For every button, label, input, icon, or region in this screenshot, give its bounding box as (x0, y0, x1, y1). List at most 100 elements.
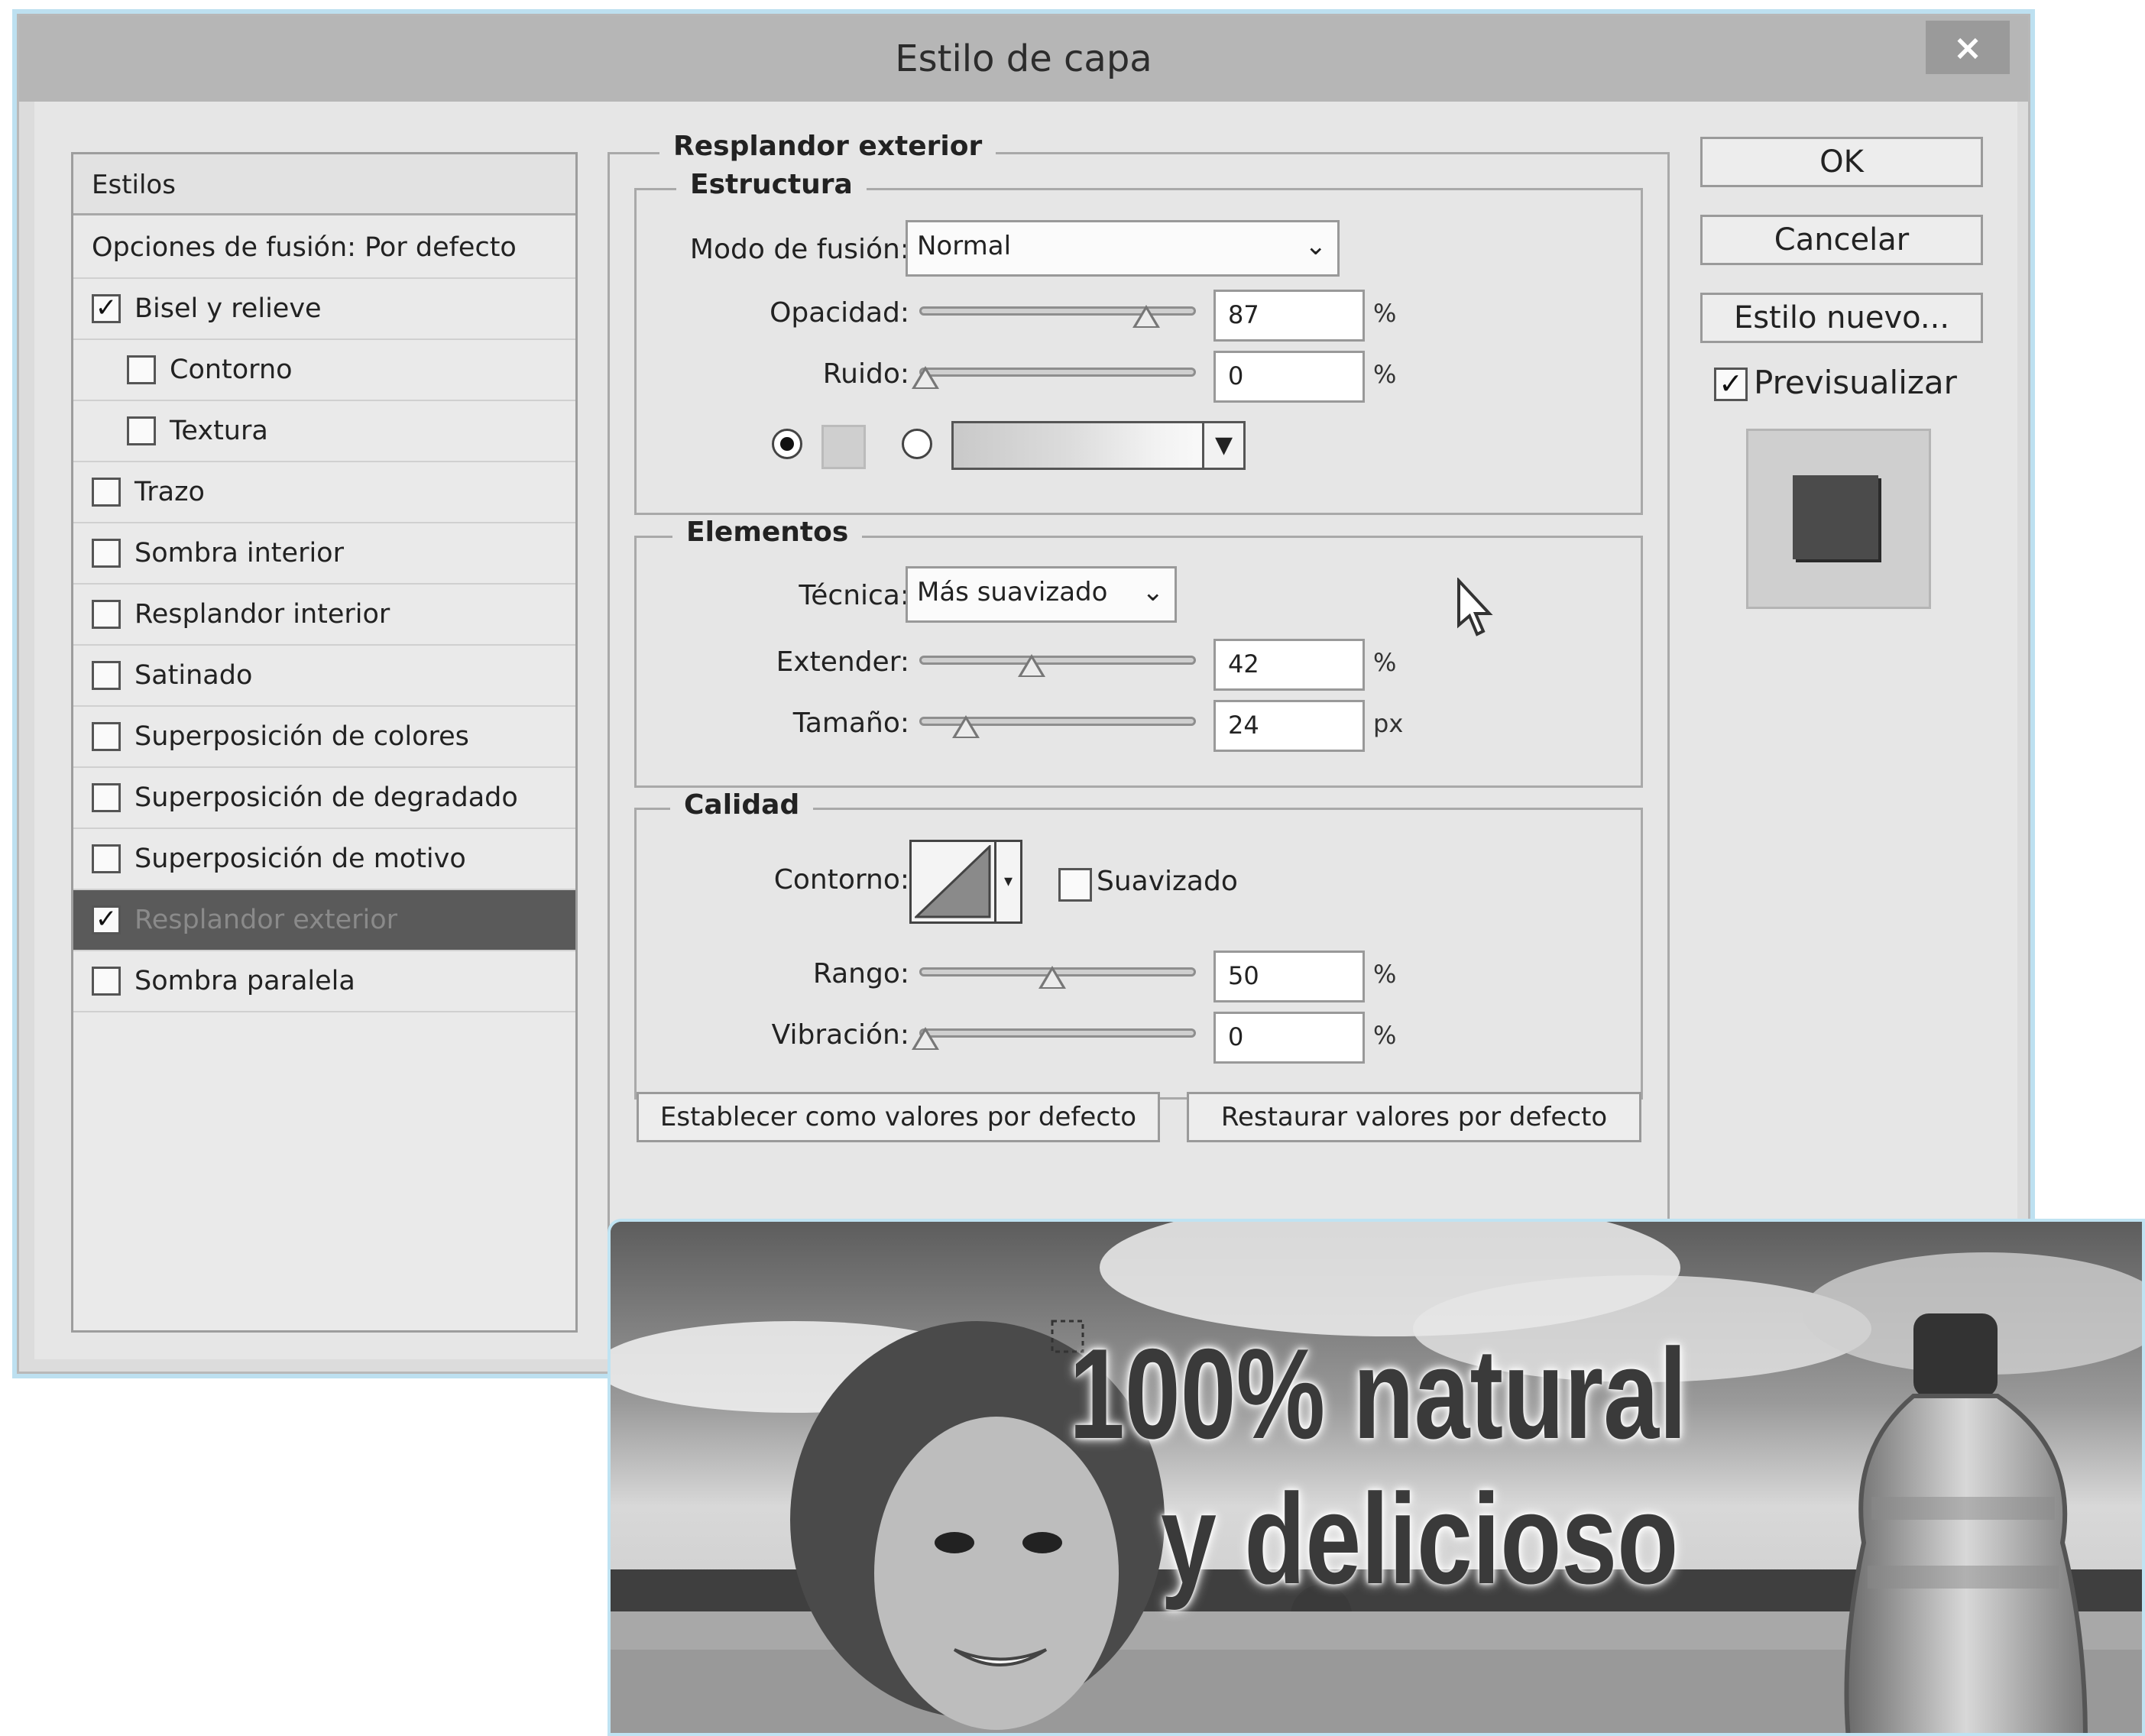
opacity-label: Opacidad: (770, 297, 909, 329)
range-label: Rango: (812, 958, 909, 989)
style-item-checkbox[interactable] (92, 783, 121, 812)
jitter-slider-track[interactable] (919, 1028, 1196, 1038)
range-unit: % (1373, 960, 1397, 989)
spread-input[interactable]: 42 (1213, 639, 1365, 691)
reset-default-button[interactable]: Restaurar valores por defecto (1187, 1092, 1641, 1142)
style-item-checkbox[interactable] (92, 478, 121, 507)
noise-input[interactable]: 0 (1213, 351, 1365, 403)
style-item-label: Resplandor interior (134, 599, 390, 630)
style-item-checkbox[interactable] (92, 600, 121, 629)
size-unit: px (1373, 709, 1404, 738)
style-item-label: Resplandor exterior (134, 905, 398, 935)
style-item[interactable]: Satinado (73, 646, 575, 707)
style-item-checkbox[interactable] (92, 661, 121, 690)
opacity-unit: % (1373, 299, 1397, 328)
structure-title: Estructura (676, 169, 867, 200)
blend-mode-select[interactable]: Normal ⌄ (906, 220, 1340, 277)
style-item-label: Contorno (170, 355, 293, 385)
contour-label: Contorno: (773, 864, 909, 896)
size-input[interactable]: 24 (1213, 700, 1365, 752)
quality-title: Calidad (670, 789, 814, 821)
jitter-unit: % (1373, 1021, 1397, 1050)
dialog-title: Estilo de capa (895, 37, 1152, 80)
style-item-checkbox[interactable]: ✓ (92, 905, 121, 934)
style-item-checkbox[interactable] (127, 355, 156, 384)
new-style-button[interactable]: Estilo nuevo... (1700, 293, 1983, 343)
style-item-label: Satinado (134, 660, 253, 691)
jitter-label: Vibración: (771, 1019, 909, 1051)
spread-unit: % (1373, 648, 1397, 677)
noise-slider-track[interactable] (919, 368, 1196, 377)
style-item-label: Sombra interior (134, 538, 344, 568)
cancel-button[interactable]: Cancelar (1700, 215, 1983, 265)
antialias-checkbox[interactable] (1058, 868, 1092, 902)
technique-select[interactable]: Más suavizado ⌄ (906, 566, 1177, 623)
style-item[interactable]: Contorno (73, 340, 575, 401)
contour-dropdown-arrow[interactable]: ▾ (994, 842, 1020, 921)
styles-header: Estilos (73, 154, 575, 215)
style-item-checkbox[interactable] (92, 539, 121, 568)
style-item-checkbox[interactable]: ✓ (92, 294, 121, 323)
size-slider-thumb[interactable] (952, 715, 980, 738)
contour-picker[interactable]: ▾ (909, 840, 1022, 924)
headline-line-2: y delicioso (1161, 1467, 1679, 1611)
style-item-label: Bisel y relieve (134, 293, 322, 324)
jitter-input[interactable]: 0 (1213, 1012, 1365, 1064)
gradient-radio[interactable] (902, 429, 932, 459)
spread-slider-thumb[interactable] (1018, 654, 1046, 677)
glow-color-swatch[interactable] (821, 425, 866, 469)
solid-color-radio[interactable] (772, 429, 802, 459)
style-item-label: Opciones de fusión: Por defecto (92, 232, 517, 263)
style-item[interactable]: Sombra paralela (73, 951, 575, 1012)
preview-checkbox[interactable]: ✓ (1714, 368, 1748, 401)
contour-linear-icon (915, 845, 991, 918)
range-input[interactable]: 50 (1213, 951, 1365, 1002)
noise-slider-thumb[interactable] (912, 366, 939, 389)
style-item[interactable]: ✓ Bisel y relieve (73, 279, 575, 340)
close-button[interactable]: × (1926, 21, 2010, 74)
style-item-checkbox[interactable] (92, 844, 121, 873)
preview-label[interactable]: Previsualizar (1754, 364, 1957, 401)
opacity-input[interactable]: 87 (1213, 290, 1365, 342)
gradient-dropdown-arrow[interactable]: ▼ (1202, 423, 1243, 468)
jitter-slider-thumb[interactable] (912, 1027, 939, 1050)
style-item-label: Superposición de colores (134, 721, 469, 752)
mouse-cursor-icon (1457, 578, 1493, 636)
spread-label: Extender: (776, 646, 909, 678)
style-item[interactable]: Superposición de motivo (73, 829, 575, 890)
style-item[interactable]: Opciones de fusión: Por defecto (73, 218, 575, 279)
style-item[interactable]: Textura (73, 401, 575, 462)
spread-slider-track[interactable] (919, 656, 1196, 665)
styles-list: Estilos Opciones de fusión: Por defecto ✓… (71, 152, 578, 1333)
outer-glow-title: Resplandor exterior (659, 131, 996, 162)
style-item[interactable]: Trazo (73, 462, 575, 523)
blend-mode-label: Modo de fusión: (689, 234, 909, 265)
make-default-button[interactable]: Establecer como valores por defecto (637, 1092, 1160, 1142)
ok-button[interactable]: OK (1700, 137, 1983, 187)
range-slider-thumb[interactable] (1038, 966, 1066, 989)
preview-square (1793, 475, 1878, 559)
style-item[interactable]: Superposición de degradado (73, 768, 575, 829)
size-label: Tamaño: (792, 708, 909, 739)
style-item[interactable]: Sombra interior (73, 523, 575, 585)
style-item-label: Superposición de degradado (134, 782, 518, 813)
style-item[interactable]: Superposición de colores (73, 707, 575, 768)
style-item-checkbox[interactable] (127, 416, 156, 445)
style-item-checkbox[interactable] (92, 967, 121, 996)
noise-unit: % (1373, 360, 1397, 389)
opacity-slider-thumb[interactable] (1132, 305, 1160, 328)
antialias-label[interactable]: Suavizado (1097, 866, 1238, 897)
style-item-label: Textura (170, 416, 268, 446)
style-item-checkbox[interactable] (92, 722, 121, 751)
style-item[interactable]: Resplandor interior (73, 585, 575, 646)
blend-mode-value: Normal (917, 231, 1012, 261)
sample-ad-image: 100% natural y delicioso (608, 1219, 2145, 1736)
layer-style-dialog: Estilo de capa × Estilos Opciones de fus… (17, 14, 2030, 1374)
chevron-down-icon: ⌄ (1304, 231, 1327, 261)
elements-title: Elementos (672, 517, 863, 548)
style-item-label: Superposición de motivo (134, 844, 466, 874)
gradient-picker[interactable]: ▼ (951, 421, 1246, 470)
technique-value: Más suavizado (917, 577, 1108, 607)
style-item[interactable]: ✓ Resplandor exterior (73, 890, 575, 951)
quality-group (634, 808, 1643, 1100)
